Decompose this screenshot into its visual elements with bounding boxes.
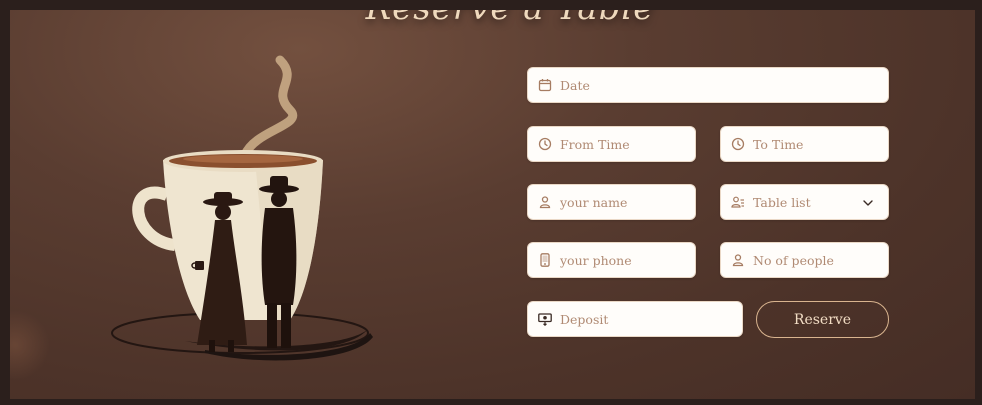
name-field[interactable]: your name [527,184,696,220]
from-time-field[interactable]: From Time [527,126,696,162]
clock-icon [731,137,745,151]
page-title: Reserve a Table [360,10,660,28]
user-list-icon [731,195,745,209]
coffee-cup-illustration [105,55,385,365]
chevron-down-icon[interactable] [861,195,875,209]
date-placeholder: Date [560,77,590,93]
user-icon [538,195,552,209]
table-list-select[interactable]: Table list [720,184,889,220]
to-time-placeholder: To Time [753,136,804,152]
deposit-placeholder: Deposit [560,311,609,327]
deposit-field[interactable]: Deposit [527,301,743,337]
to-time-field[interactable]: To Time [720,126,889,162]
phone-field[interactable]: your phone [527,242,696,278]
phone-icon [538,253,552,267]
decorative-blur [10,310,50,380]
table-list-value: Table list [753,194,811,210]
money-icon [538,312,552,326]
user-icon [731,253,745,267]
phone-placeholder: your phone [560,252,632,268]
reserve-button[interactable]: Reserve [756,301,889,338]
coffee-couple-image [111,55,373,361]
name-placeholder: your name [560,194,628,210]
clock-icon [538,137,552,151]
calendar-icon [538,78,552,92]
people-placeholder: No of people [753,252,834,268]
date-field[interactable]: Date [527,67,889,103]
from-time-placeholder: From Time [560,136,630,152]
people-field[interactable]: No of people [720,242,889,278]
